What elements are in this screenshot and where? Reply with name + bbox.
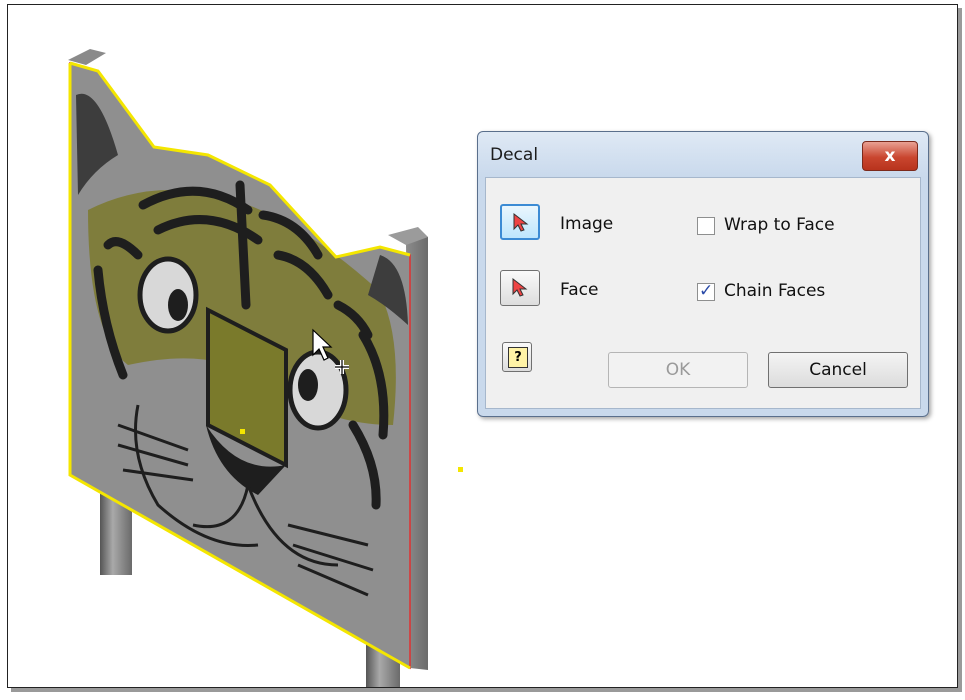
image-label: Image (560, 214, 614, 234)
help-button[interactable]: ? (502, 342, 532, 372)
decal-dialog: Decal x Image Face Wrap to Face Chain Fa… (477, 131, 929, 417)
right-eye (287, 349, 349, 431)
graphics-window[interactable]: Decal x Image Face Wrap to Face Chain Fa… (7, 4, 958, 688)
cancel-button[interactable]: Cancel (768, 352, 908, 388)
image-select-button[interactable] (500, 204, 540, 240)
wrap-to-face-label[interactable]: Wrap to Face (724, 215, 835, 235)
chain-faces-label[interactable]: Chain Faces (724, 281, 825, 301)
selection-point-2 (458, 467, 463, 472)
select-arrow-icon (513, 213, 529, 232)
select-arrow-icon (512, 278, 528, 297)
wrap-to-face-checkbox[interactable] (697, 217, 715, 235)
ok-button[interactable]: OK (608, 352, 748, 388)
help-icon: ? (508, 347, 528, 368)
dialog-body: Image Face Wrap to Face Chain Faces ? OK… (485, 177, 921, 409)
face-select-button[interactable] (500, 270, 540, 306)
close-button[interactable]: x (862, 141, 918, 171)
face-label: Face (560, 280, 599, 300)
right-pupil (298, 369, 318, 401)
left-eye (137, 256, 199, 334)
chain-faces-checkbox[interactable] (697, 281, 715, 301)
selection-point (240, 429, 245, 434)
dialog-title: Decal (490, 145, 539, 165)
left-pupil (168, 289, 188, 321)
